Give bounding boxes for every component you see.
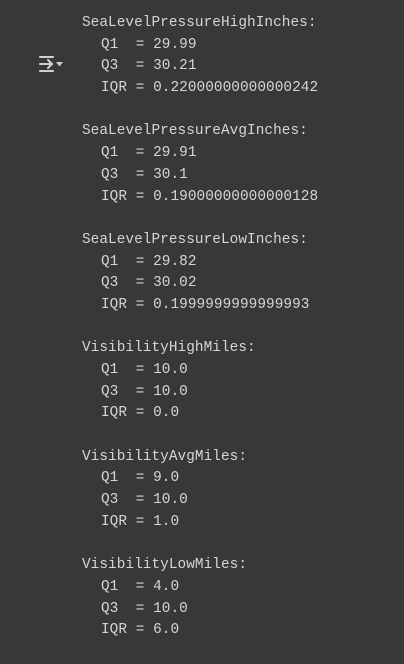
output-block: SeaLevelPressureHighInches: Q1 = 29.99 Q3 … xyxy=(82,13,318,100)
iqr-value: IQR = 1.0 xyxy=(101,513,180,530)
q3-value: Q3 = 10.0 xyxy=(101,383,188,400)
output-variable-name: VisibilityHighMiles: xyxy=(82,340,256,357)
output-block: SeaLevelPressureLowInches: Q1 = 29.82 Q3 =… xyxy=(82,230,318,317)
output-variable-name: VisibilityLowMiles: xyxy=(82,557,248,574)
output-toggle-button[interactable] xyxy=(34,52,68,80)
output-block: VisibilityLowMiles: Q1 = 4.0 Q3 = 10.0 IQR … xyxy=(82,555,318,642)
q3-value: Q3 = 10.0 xyxy=(101,492,188,509)
q1-value: Q1 = 29.82 xyxy=(101,253,197,270)
iqr-value: IQR = 0.19000000000000128 xyxy=(101,188,319,205)
q3-value: Q3 = 30.1 xyxy=(101,166,188,183)
q1-value: Q1 = 29.91 xyxy=(101,145,197,162)
q3-value: Q3 = 10.0 xyxy=(101,600,188,617)
output-variable-name: VisibilityAvgMiles: xyxy=(82,448,248,465)
q3-value: Q3 = 30.21 xyxy=(101,58,197,75)
output-block: SeaLevelPressureAvgInches: Q1 = 29.91 Q3 =… xyxy=(82,121,318,208)
output-block: VisibilityAvgMiles: Q1 = 9.0 Q3 = 10.0 IQR … xyxy=(82,447,318,534)
q1-value: Q1 = 9.0 xyxy=(101,470,180,487)
output-variable-name: SeaLevelPressureHighInches: xyxy=(82,15,317,31)
q1-value: Q1 = 29.99 xyxy=(101,36,197,53)
iqr-value: IQR = 0.0 xyxy=(101,405,180,422)
iqr-value: IQR = 0.1999999999999993 xyxy=(101,296,310,313)
output-variable-name: SeaLevelPressureLowInches: xyxy=(82,231,308,248)
output-variable-name: SeaLevelPressureAvgInches: xyxy=(82,123,308,140)
output-toggle-icon xyxy=(37,53,65,79)
output-block: VisibilityHighMiles: Q1 = 10.0 Q3 = 10.0 IQ… xyxy=(82,338,318,425)
cell-output-area: SeaLevelPressureHighInches: Q1 = 29.99 Q3 … xyxy=(0,0,404,658)
q1-value: Q1 = 10.0 xyxy=(101,362,188,378)
output-text: SeaLevelPressureHighInches: Q1 = 29.99 Q3 … xyxy=(82,13,318,664)
iqr-value: IQR = 6.0 xyxy=(101,622,180,639)
q1-value: Q1 = 4.0 xyxy=(101,578,180,595)
iqr-value: IQR = 0.22000000000000242 xyxy=(101,80,319,97)
q3-value: Q3 = 30.02 xyxy=(101,275,197,292)
